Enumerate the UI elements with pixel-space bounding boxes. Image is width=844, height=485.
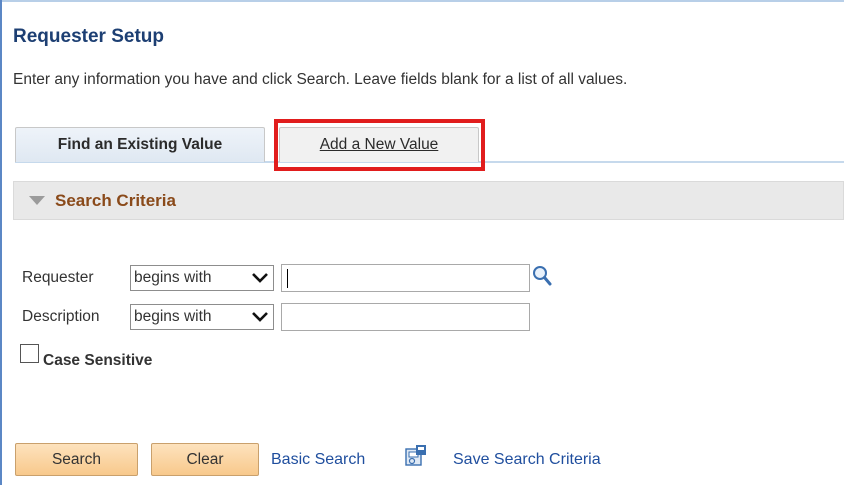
- requester-operator-value: begins with: [134, 269, 212, 286]
- requester-operator-select[interactable]: begins with: [130, 265, 274, 291]
- save-search-criteria-link[interactable]: Save Search Criteria: [453, 451, 601, 469]
- tab-find-label: Find an Existing Value: [57, 136, 223, 153]
- page-title: Requester Setup: [13, 26, 164, 47]
- search-button[interactable]: Search: [15, 443, 138, 476]
- save-search-icon[interactable]: [404, 444, 428, 468]
- window-left-border: [0, 0, 2, 485]
- case-sensitive-checkbox[interactable]: [20, 344, 39, 363]
- window-top-border: [0, 0, 844, 2]
- text-caret: [287, 269, 288, 288]
- description-input[interactable]: [281, 303, 530, 331]
- tab-find-existing-value[interactable]: Find an Existing Value: [15, 127, 265, 162]
- requester-label: Requester: [22, 269, 94, 286]
- description-label: Description: [22, 308, 100, 325]
- requester-input[interactable]: [281, 264, 530, 292]
- search-criteria-header[interactable]: Search Criteria: [13, 181, 844, 220]
- basic-search-link[interactable]: Basic Search: [271, 451, 365, 469]
- clear-button[interactable]: Clear: [151, 443, 259, 476]
- triangle-down-icon[interactable]: [29, 196, 45, 205]
- chevron-down-icon: [252, 273, 268, 283]
- instructions-text: Enter any information you have and click…: [13, 71, 628, 88]
- case-sensitive-label: Case Sensitive: [43, 352, 153, 369]
- search-criteria-label: Search Criteria: [55, 190, 176, 210]
- description-operator-select[interactable]: begins with: [130, 304, 274, 330]
- magnifier-icon[interactable]: [532, 265, 552, 287]
- description-operator-value: begins with: [134, 308, 212, 325]
- highlight-annotation: [274, 119, 485, 171]
- chevron-down-icon: [252, 312, 268, 322]
